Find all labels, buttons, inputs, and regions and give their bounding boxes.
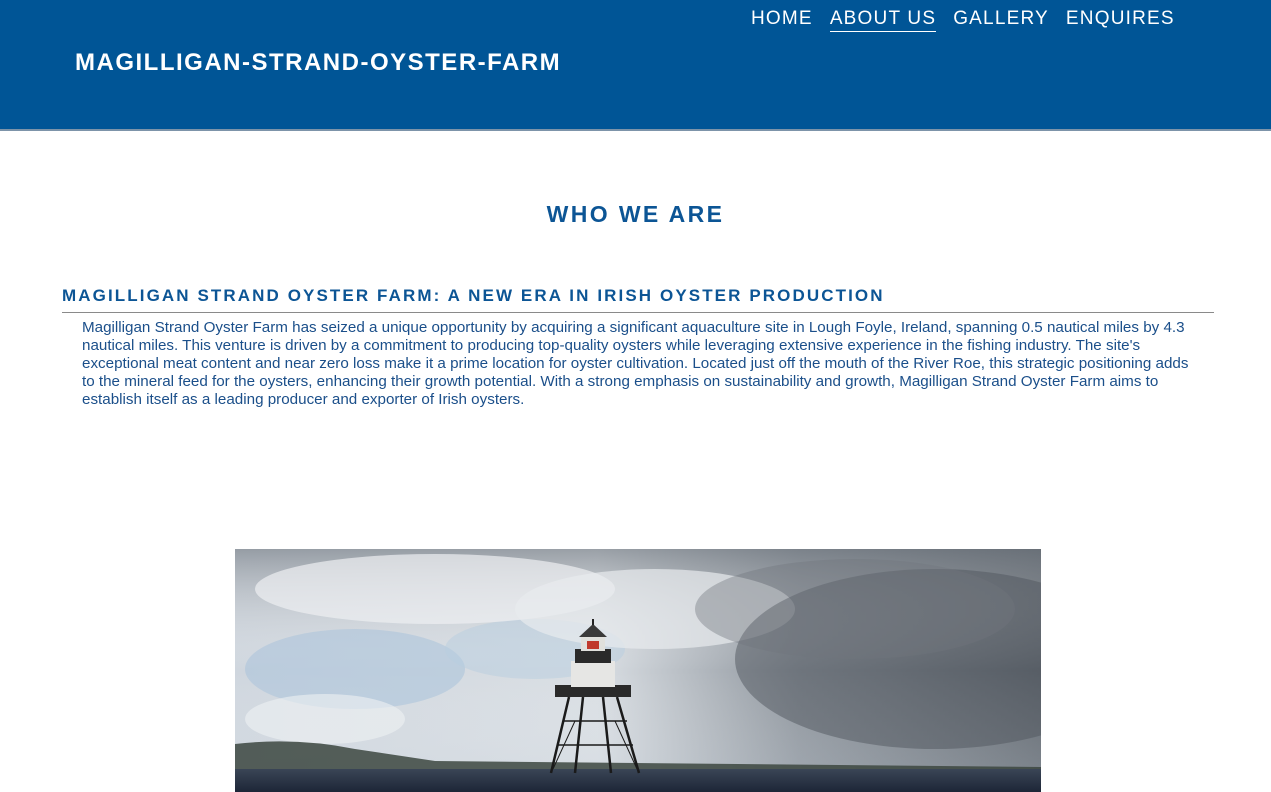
article-body: Magilligan Strand Oyster Farm has seized… bbox=[82, 319, 1189, 408]
nav-gallery[interactable]: GALLERY bbox=[953, 8, 1049, 32]
nav-enquires[interactable]: ENQUIRES bbox=[1066, 8, 1175, 32]
article-title: MAGILLIGAN STRAND OYSTER FARM: A NEW ERA… bbox=[62, 286, 885, 305]
section-heading: WHO WE ARE bbox=[546, 201, 725, 227]
divider bbox=[62, 312, 1214, 313]
lighthouse-photo bbox=[235, 549, 1041, 792]
nav-home[interactable]: HOME bbox=[751, 8, 813, 32]
main-nav: HOME ABOUT US GALLERY ENQUIRES bbox=[751, 8, 1192, 32]
nav-about-us[interactable]: ABOUT US bbox=[829, 8, 937, 32]
site-title[interactable]: MAGILLIGAN-STRAND-OYSTER-FARM bbox=[75, 49, 561, 77]
site-header: MAGILLIGAN-STRAND-OYSTER-FARM HOME ABOUT… bbox=[0, 0, 1271, 131]
